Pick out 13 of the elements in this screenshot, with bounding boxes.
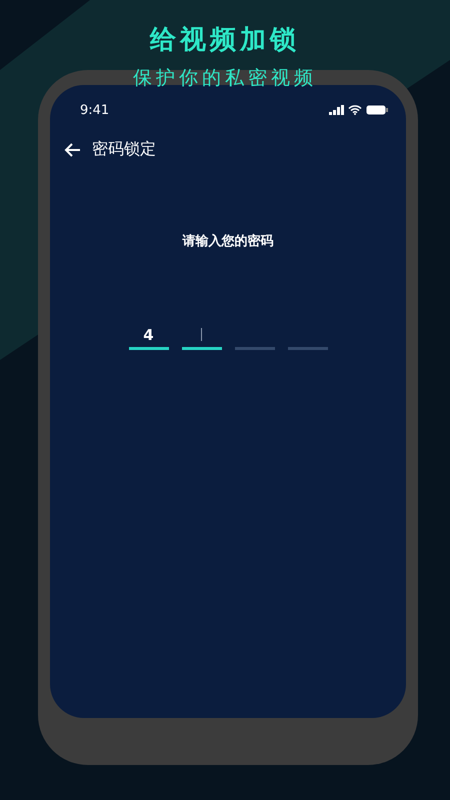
status-time: 9:41 xyxy=(80,102,110,118)
subheadline: 保护你的私密视频 xyxy=(133,66,317,91)
password-prompt: 请输入您的密码 xyxy=(181,232,274,250)
wifi-icon xyxy=(348,105,362,115)
headline: 给视频加锁 xyxy=(150,24,300,57)
pin-digit-field[interactable] xyxy=(182,326,222,350)
signal-icon xyxy=(329,105,344,115)
battery-icon xyxy=(366,105,388,115)
back-arrow-icon xyxy=(64,142,82,158)
pin-digit-field[interactable]: 4 xyxy=(128,326,168,350)
page-title: 密码锁定 xyxy=(92,139,156,160)
text-cursor xyxy=(201,328,202,341)
back-button[interactable] xyxy=(64,142,82,158)
